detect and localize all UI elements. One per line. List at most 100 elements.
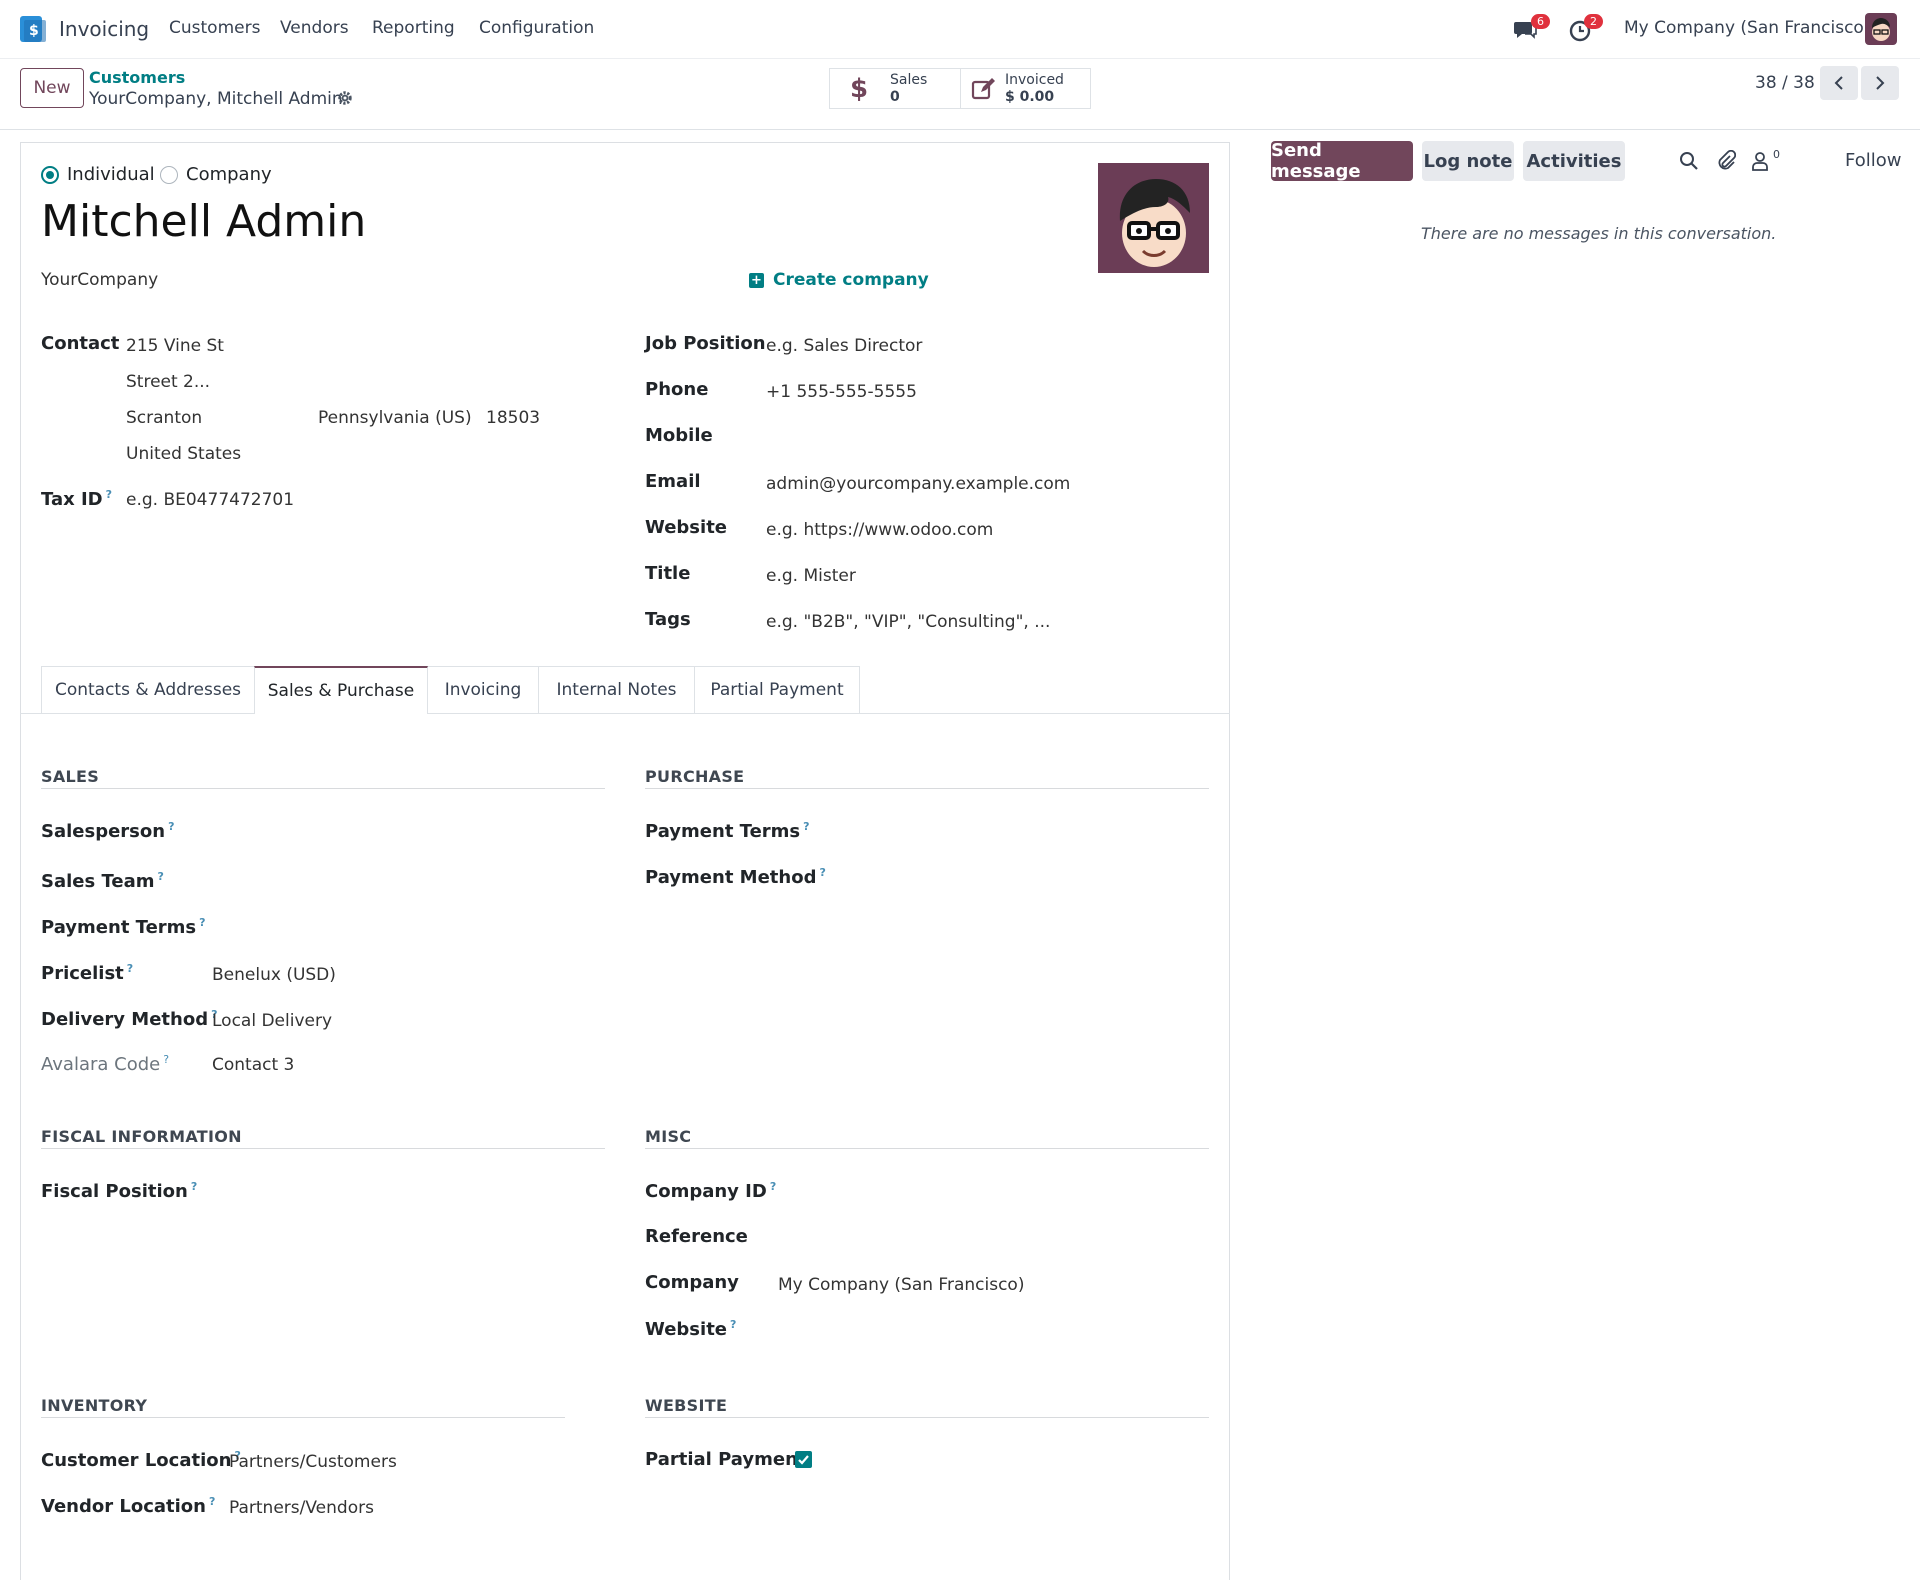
followers-icon[interactable] bbox=[1751, 151, 1769, 171]
sales-stat-value: 0 bbox=[890, 88, 900, 105]
control-panel-divider bbox=[0, 129, 1920, 130]
pricelist-label: Pricelist? bbox=[41, 962, 134, 984]
pager-value[interactable]: 38 / 38 bbox=[1755, 73, 1815, 93]
tab-internal-notes[interactable]: Internal Notes bbox=[538, 666, 695, 713]
gear-icon[interactable] bbox=[337, 90, 353, 106]
tabs-baseline bbox=[20, 713, 1230, 714]
company-switcher[interactable]: My Company (San Francisco) bbox=[1624, 18, 1870, 38]
taxid-field[interactable]: e.g. BE0477472701 bbox=[126, 490, 294, 510]
breadcrumb-parent[interactable]: Customers bbox=[89, 68, 185, 87]
chatter-empty-message: There are no messages in this conversati… bbox=[1421, 224, 1777, 243]
new-button[interactable]: New bbox=[20, 68, 84, 108]
website-field[interactable]: e.g. https://www.odoo.com bbox=[766, 520, 993, 540]
sales-stat-label: Sales bbox=[890, 71, 928, 88]
dollar-icon: $ bbox=[850, 73, 869, 104]
vendor-location-field[interactable]: Partners/Vendors bbox=[229, 1498, 374, 1518]
create-company-button[interactable]: + Create company bbox=[749, 270, 929, 290]
website-section-title: WEBSITE bbox=[645, 1396, 728, 1415]
job-position-field[interactable]: e.g. Sales Director bbox=[766, 336, 922, 356]
sales-payment-terms-label: Payment Terms? bbox=[41, 916, 206, 938]
website-label: Website bbox=[645, 517, 728, 538]
misc-website-label: Website? bbox=[645, 1318, 737, 1340]
partner-name[interactable]: Mitchell Admin bbox=[41, 196, 366, 247]
menu-configuration[interactable]: Configuration bbox=[479, 18, 594, 38]
zip-field[interactable]: 18503 bbox=[486, 408, 540, 428]
user-avatar[interactable] bbox=[1865, 13, 1897, 45]
followers-count: 0 bbox=[1773, 148, 1780, 161]
invoiced-stat-label: Invoiced bbox=[1005, 71, 1064, 88]
partner-photo[interactable] bbox=[1098, 163, 1209, 273]
checkmark-icon bbox=[798, 1455, 809, 1465]
log-note-button[interactable]: Log note bbox=[1422, 141, 1514, 181]
radio-individual-label[interactable]: Individual bbox=[67, 164, 155, 185]
sales-team-label: Sales Team? bbox=[41, 870, 164, 892]
tab-sales-purchase[interactable]: Sales & Purchase bbox=[254, 666, 428, 714]
mobile-field[interactable] bbox=[766, 425, 1186, 451]
purchase-section-title: PURCHASE bbox=[645, 767, 745, 786]
avalara-code-label: Avalara Code? bbox=[41, 1053, 170, 1075]
reference-label: Reference bbox=[645, 1226, 748, 1247]
menu-vendors[interactable]: Vendors bbox=[280, 18, 349, 38]
fiscal-section-title: FISCAL INFORMATION bbox=[41, 1127, 242, 1146]
topbar-divider bbox=[0, 58, 1920, 59]
chevron-right-icon bbox=[1876, 76, 1885, 90]
sales-stat-button[interactable]: $ Sales 0 bbox=[829, 68, 961, 109]
pager-next-button[interactable] bbox=[1861, 66, 1899, 100]
website-section-divider bbox=[645, 1417, 1209, 1418]
mobile-label: Mobile bbox=[645, 425, 713, 446]
title-field[interactable]: e.g. Mister bbox=[766, 566, 856, 586]
delivery-method-label: Delivery Method? bbox=[41, 1008, 218, 1030]
purchase-section-divider bbox=[645, 788, 1209, 789]
partial-payment-checkbox[interactable] bbox=[795, 1451, 812, 1468]
search-icon[interactable] bbox=[1679, 151, 1699, 171]
phone-field[interactable]: +1 555-555-5555 bbox=[766, 382, 917, 402]
misc-section-title: MISC bbox=[645, 1127, 692, 1146]
radio-individual[interactable] bbox=[41, 166, 59, 184]
phone-label: Phone bbox=[645, 379, 709, 400]
state-field[interactable]: Pennsylvania (US) bbox=[318, 408, 472, 428]
top-navbar: $ Invoicing Customers Vendors Reporting … bbox=[0, 0, 1920, 58]
app-logo-icon[interactable]: $ bbox=[20, 16, 46, 42]
fiscal-section-divider bbox=[41, 1148, 605, 1149]
customer-location-field[interactable]: Partners/Customers bbox=[229, 1452, 397, 1472]
street2-field[interactable]: Street 2... bbox=[126, 372, 210, 392]
menu-reporting[interactable]: Reporting bbox=[372, 18, 455, 38]
tags-label: Tags bbox=[645, 609, 691, 630]
send-message-button[interactable]: Send message bbox=[1271, 140, 1413, 182]
invoiced-stat-button[interactable]: Invoiced $ 0.00 bbox=[960, 68, 1091, 109]
sales-section-title: SALES bbox=[41, 767, 100, 786]
paperclip-icon[interactable] bbox=[1716, 149, 1737, 172]
country-field[interactable]: United States bbox=[126, 444, 241, 464]
menu-customers[interactable]: Customers bbox=[169, 18, 260, 38]
tab-partial-payment[interactable]: Partial Payment bbox=[694, 666, 860, 713]
radio-company-label[interactable]: Company bbox=[186, 164, 272, 185]
invoiced-stat-value: $ 0.00 bbox=[1005, 88, 1055, 105]
city-field[interactable]: Scranton bbox=[126, 408, 202, 428]
purchase-payment-terms-label: Payment Terms? bbox=[645, 820, 810, 842]
tab-contacts-addresses[interactable]: Contacts & Addresses bbox=[41, 666, 255, 713]
create-company-label: Create company bbox=[773, 270, 929, 290]
activities-badge: 2 bbox=[1584, 14, 1603, 29]
form-sheet bbox=[20, 142, 1230, 1580]
delivery-method-field[interactable]: Local Delivery bbox=[212, 1011, 332, 1031]
activities-button[interactable]: Activities bbox=[1523, 141, 1625, 181]
tags-field[interactable]: e.g. "B2B", "VIP", "Consulting", ... bbox=[766, 612, 1050, 632]
email-label: Email bbox=[645, 471, 701, 492]
fiscal-position-label: Fiscal Position? bbox=[41, 1180, 198, 1202]
company-id-label: Company ID? bbox=[645, 1180, 777, 1202]
pricelist-field[interactable]: Benelux (USD) bbox=[212, 965, 336, 985]
company-field[interactable]: My Company (San Francisco) bbox=[778, 1275, 1024, 1295]
pager-previous-button[interactable] bbox=[1820, 66, 1858, 100]
payment-method-label: Payment Method? bbox=[645, 866, 826, 888]
app-name[interactable]: Invoicing bbox=[59, 17, 149, 41]
customer-location-label: Customer Location? bbox=[41, 1449, 241, 1471]
svg-text:$: $ bbox=[29, 23, 39, 39]
street-field[interactable]: 215 Vine St bbox=[126, 336, 224, 356]
job-position-label: Job Position bbox=[645, 333, 766, 354]
tab-invoicing[interactable]: Invoicing bbox=[427, 666, 539, 713]
radio-company[interactable] bbox=[160, 166, 178, 184]
email-field[interactable]: admin@yourcompany.example.com bbox=[766, 474, 1070, 494]
follow-button[interactable]: Follow bbox=[1845, 150, 1901, 171]
parent-company-field[interactable]: YourCompany bbox=[41, 270, 158, 290]
pencil-square-icon bbox=[971, 76, 997, 102]
